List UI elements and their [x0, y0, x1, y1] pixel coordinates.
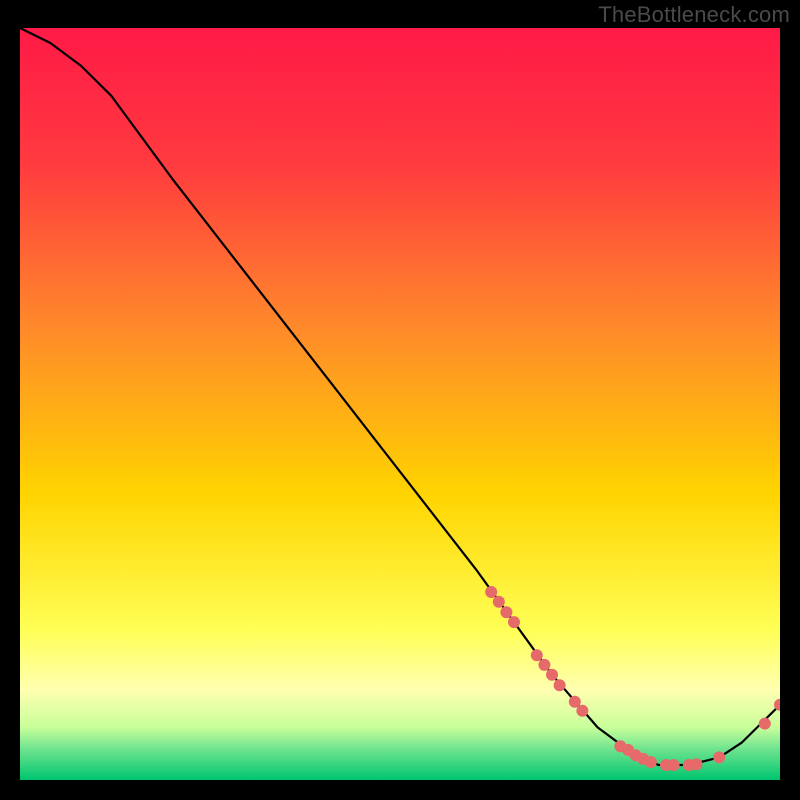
marker-point [690, 758, 702, 770]
plot-area [20, 28, 780, 780]
marker-point [531, 649, 543, 661]
watermark-text: TheBottleneck.com [598, 2, 790, 28]
marker-point [645, 756, 657, 768]
marker-point [500, 606, 512, 618]
marker-point [668, 759, 680, 771]
marker-point [554, 679, 566, 691]
marker-point [485, 586, 497, 598]
gradient-background [20, 28, 780, 780]
marker-point [508, 616, 520, 628]
marker-point [538, 659, 550, 671]
marker-point [759, 718, 771, 730]
marker-point [493, 596, 505, 608]
chart-frame: TheBottleneck.com [0, 0, 800, 800]
marker-point [576, 705, 588, 717]
marker-point [546, 669, 558, 681]
chart-svg [20, 28, 780, 780]
marker-point [713, 751, 725, 763]
